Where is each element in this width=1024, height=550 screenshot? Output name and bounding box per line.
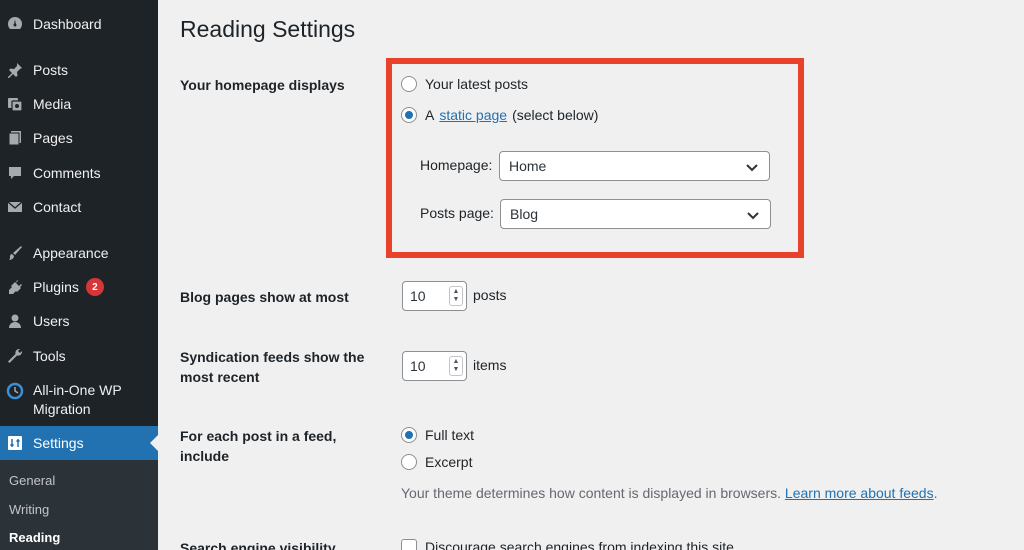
sidebar-item-label: Contact [33, 198, 82, 215]
sidebar-item-label: Appearance [33, 244, 109, 261]
wrench-icon [6, 347, 24, 365]
blog-pages-unit: posts [473, 287, 507, 303]
syndication-value: 10 [410, 358, 426, 374]
sidebar-item-label: Media [33, 95, 72, 112]
feed-description: Your theme determines how content is dis… [401, 485, 938, 501]
discourage-search-checkbox[interactable] [401, 539, 417, 550]
admin-sidebar: Dashboard Posts Media Pages Comments Con… [0, 0, 158, 550]
sidebar-item-appearance[interactable]: Appearance [0, 236, 158, 270]
migration-icon [6, 382, 24, 400]
sidebar-item-label: Tools [33, 347, 66, 364]
search-visibility-label: Search engine visibility [180, 540, 336, 550]
syndication-label: Syndication feeds show the most recent [180, 349, 365, 385]
highlight-annotation-box [386, 58, 804, 258]
submenu-item-reading[interactable]: Reading [9, 530, 60, 545]
sidebar-item-label: Pages [33, 129, 73, 146]
sidebar-item-label: Posts [33, 61, 69, 78]
users-icon [6, 312, 24, 330]
sidebar-item-settings[interactable]: Settings [0, 426, 158, 460]
plugin-update-badge: 2 [85, 278, 104, 296]
homepage-displays-label: Your homepage displays [180, 77, 345, 93]
excerpt-option[interactable]: Excerpt [401, 454, 472, 470]
number-spinner-icon[interactable]: ▲ ▼ [449, 356, 463, 376]
syndication-number-input[interactable]: 10 ▲ ▼ [402, 351, 467, 381]
page-title: Reading Settings [180, 16, 356, 42]
full-text-radio[interactable] [401, 427, 417, 443]
full-text-option[interactable]: Full text [401, 427, 474, 443]
sidebar-item-comments[interactable]: Comments [0, 156, 158, 190]
sidebar-item-label: Users [33, 312, 70, 329]
plugin-icon [6, 278, 24, 296]
feed-description-text: Your theme determines how content is dis… [401, 485, 782, 501]
settings-submenu: General Writing Reading [0, 460, 158, 550]
sidebar-item-plugins[interactable]: Plugins 2 [0, 270, 158, 304]
blog-pages-label: Blog pages show at most [180, 289, 349, 305]
syndication-unit: items [473, 357, 507, 373]
sidebar-item-users[interactable]: Users [0, 304, 158, 338]
sidebar-item-dashboard[interactable]: Dashboard [0, 7, 158, 41]
sidebar-item-contact[interactable]: Contact [0, 190, 158, 224]
sidebar-item-tools[interactable]: Tools [0, 339, 158, 373]
sidebar-item-posts[interactable]: Posts [0, 53, 158, 87]
sidebar-item-label: All-in-One WP Migration [33, 382, 122, 417]
learn-more-feeds-link[interactable]: Learn more about feeds [785, 485, 934, 501]
sidebar-item-label: Plugins [33, 278, 79, 295]
sidebar-item-label: Settings [33, 434, 84, 451]
discourage-search-option[interactable]: Discourage search engines from indexing … [401, 539, 734, 550]
submenu-item-writing[interactable]: Writing [9, 502, 49, 517]
sidebar-item-media[interactable]: Media [0, 87, 158, 121]
full-text-label: Full text [425, 427, 475, 443]
blog-pages-number-input[interactable]: 10 ▲ ▼ [402, 281, 467, 311]
discourage-search-label: Discourage search engines from indexing … [425, 539, 734, 550]
sidebar-item-all-in-one-wp-migration[interactable]: All-in-One WP Migration [0, 376, 158, 420]
sidebar-item-label: Comments [33, 164, 101, 181]
settings-icon [6, 434, 24, 452]
mail-icon [6, 198, 24, 216]
excerpt-label: Excerpt [425, 454, 473, 470]
comments-icon [6, 164, 24, 182]
submenu-item-general[interactable]: General [9, 473, 55, 488]
sidebar-item-label: Dashboard [33, 15, 102, 32]
active-menu-arrow [150, 435, 158, 451]
number-spinner-icon[interactable]: ▲ ▼ [449, 286, 463, 306]
blog-pages-value: 10 [410, 288, 426, 304]
media-icon [6, 95, 24, 113]
pin-icon [6, 61, 24, 79]
sidebar-item-pages[interactable]: Pages [0, 121, 158, 155]
feed-include-label: For each post in a feed, include [180, 428, 337, 464]
paintbrush-icon [6, 244, 24, 262]
excerpt-radio[interactable] [401, 454, 417, 470]
dashboard-icon [6, 15, 24, 33]
pages-icon [6, 129, 24, 147]
